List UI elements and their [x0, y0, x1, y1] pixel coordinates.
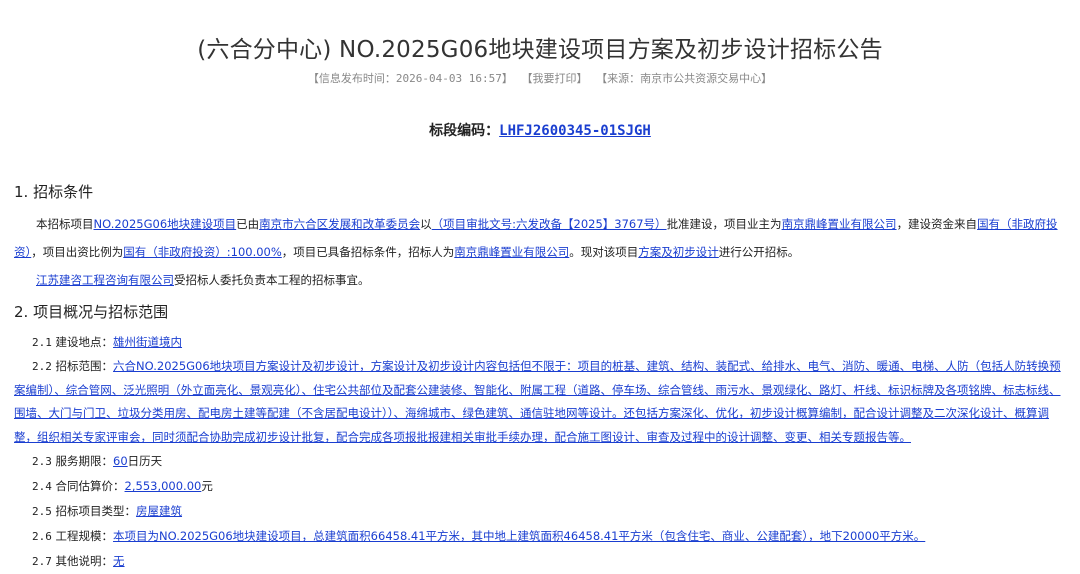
- item-label: 其他说明：: [51, 554, 114, 568]
- project-owner-link[interactable]: 南京鼎峰置业有限公司: [782, 217, 897, 231]
- source-label: 【来源：南京市公共资源交易中心】: [596, 72, 773, 85]
- item-number: 2.4: [32, 480, 52, 493]
- text-fragment: 批准建设，项目业主为: [666, 217, 782, 231]
- text-fragment: ，项目已具备招标条件，招标人为: [281, 245, 455, 259]
- item-2-3: 2.3 服务期限：60日历天: [14, 449, 1070, 474]
- project-type-link[interactable]: 房屋建筑: [136, 504, 182, 518]
- agency-link[interactable]: 江苏建咨工程咨询有限公司: [36, 273, 174, 287]
- bidding-conditions-paragraph: 本招标项目NO.2025G06地块建设项目已由南京市六合区发展和改革委员会以（项…: [14, 210, 1070, 266]
- tender-content-link[interactable]: 方案及初步设计: [638, 245, 719, 259]
- item-2-6: 2.6 工程规模：本项目为NO.2025G06地块建设项目，总建筑面积66458…: [14, 524, 1070, 549]
- project-scale-link[interactable]: 本项目为NO.2025G06地块建设项目，总建筑面积66458.41平方米，其中…: [113, 529, 925, 543]
- text-fragment: 进行公开招标。: [718, 245, 800, 259]
- item-2-5: 2.5 招标项目类型：房屋建筑: [14, 499, 1070, 524]
- approval-number-link[interactable]: （项目审批文号:六发改备【2025】3767号）: [432, 217, 667, 231]
- text-fragment: ，建设资金来自: [896, 217, 978, 231]
- item-number: 2.5: [32, 505, 52, 518]
- item-label: 招标范围：: [51, 359, 114, 373]
- location-link[interactable]: 雄州街道境内: [113, 335, 182, 349]
- section-code-label: 标段编码：: [429, 123, 500, 139]
- item-label: 招标项目类型：: [51, 504, 137, 518]
- text-fragment: 。现对该项目: [569, 245, 639, 259]
- section-code-link[interactable]: LHFJ2600345-01SJGH: [499, 123, 651, 139]
- item-number: 2.2: [32, 360, 52, 373]
- tenderer-link[interactable]: 南京鼎峰置业有限公司: [454, 245, 569, 259]
- other-notes-link[interactable]: 无: [113, 554, 125, 568]
- item-label: 建设地点：: [51, 335, 114, 349]
- section-1-heading: 1. 招标条件: [14, 183, 94, 201]
- text-fragment: ，项目出资比例为: [31, 245, 124, 259]
- item-2-4: 2.4 合同估算价：2,553,000.00元: [14, 474, 1070, 499]
- contract-price-link[interactable]: 2,553,000.00: [125, 479, 202, 493]
- service-period-link[interactable]: 60: [113, 454, 128, 468]
- content-body: 1. 招标条件 本招标项目NO.2025G06地块建设项目已由南京市六合区发展和…: [14, 178, 1070, 574]
- item-number: 2.1: [32, 336, 52, 349]
- item-suffix: 元: [201, 479, 213, 493]
- approval-authority-link[interactable]: 南京市六合区发展和改革委员会: [259, 217, 420, 231]
- publish-time: 【信息发布时间：2026-04-03 16:57】: [307, 72, 513, 85]
- item-2-1: 2.1 建设地点：雄州街道境内: [14, 330, 1070, 355]
- item-label: 服务期限：: [51, 454, 114, 468]
- fund-ratio-link[interactable]: 国有（非政府投资）:100.00%: [123, 245, 282, 259]
- text-fragment: 本招标项目: [36, 217, 94, 231]
- item-number: 2.6: [32, 530, 52, 543]
- agency-paragraph: 江苏建咨工程咨询有限公司受招标人委托负责本工程的招标事宜。: [14, 266, 1070, 294]
- text-fragment: 已由: [236, 217, 260, 231]
- item-label: 工程规模：: [51, 529, 114, 543]
- page-title: (六合分中心) NO.2025G06地块建设项目方案及初步设计招标公告: [197, 37, 883, 63]
- text-fragment: 以: [420, 217, 432, 231]
- scope-link[interactable]: 六合NO.2025G06地块项目方案设计及初步设计，方案设计及初步设计内容包括但…: [14, 359, 1061, 444]
- print-link[interactable]: 【我要打印】: [521, 72, 587, 85]
- project-name-link[interactable]: NO.2025G06地块建设项目: [94, 217, 237, 231]
- section-2-heading: 2. 项目概况与招标范围: [14, 303, 169, 321]
- meta-bar: 【信息发布时间：2026-04-03 16:57】 【我要打印】 【来源：南京市…: [0, 70, 1080, 86]
- item-label: 合同估算价：: [51, 479, 125, 493]
- item-2-2: 2.2 招标范围：六合NO.2025G06地块项目方案设计及初步设计，方案设计及…: [14, 355, 1070, 449]
- announcement-page: (六合分中心) NO.2025G06地块建设项目方案及初步设计招标公告 【信息发…: [0, 0, 1080, 568]
- item-suffix: 日历天: [127, 454, 163, 468]
- section-code-line: 标段编码：LHFJ2600345-01SJGH: [0, 120, 1080, 140]
- item-number: 2.3: [32, 455, 52, 468]
- text-fragment: 受招标人委托负责本工程的招标事宜。: [174, 273, 370, 287]
